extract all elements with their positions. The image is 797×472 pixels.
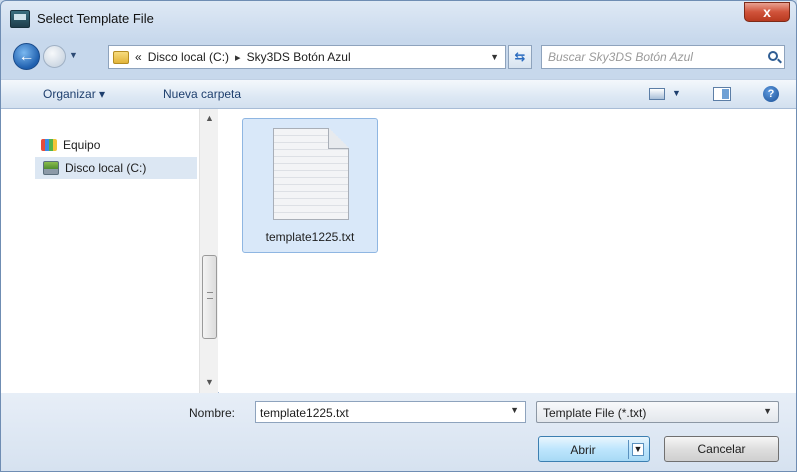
chevron-down-icon: ▼ <box>672 88 681 98</box>
forward-button[interactable] <box>43 45 66 68</box>
file-name: template1225.txt <box>265 230 355 244</box>
breadcrumb-history[interactable]: « <box>135 50 142 64</box>
computer-icon <box>41 139 57 151</box>
refresh-button[interactable]: ⇆ <box>508 45 532 69</box>
drive-icon <box>43 161 59 175</box>
chevron-down-icon: ▼ <box>69 50 78 60</box>
open-button-label: Abrir <box>570 443 596 457</box>
refresh-icon: ⇆ <box>514 49 526 64</box>
view-options-icon[interactable] <box>649 88 665 100</box>
help-icon[interactable]: ? <box>763 86 779 102</box>
chevron-down-icon: ▼ <box>490 52 499 62</box>
close-button[interactable]: x <box>744 2 790 22</box>
file-name-label: Nombre: <box>189 406 236 420</box>
view-options-dropdown[interactable]: ▼ <box>672 88 681 98</box>
nav-item-disco-local[interactable]: Disco local (C:) <box>35 157 197 179</box>
organize-button[interactable]: Organizar ▾ <box>43 87 105 101</box>
breadcrumb-item-sky3ds[interactable]: Sky3DS Botón Azul <box>247 50 351 64</box>
scroll-down-arrow-icon[interactable]: ▼ <box>205 377 214 387</box>
file-name-combobox[interactable]: ▼ <box>255 401 526 423</box>
cancel-button[interactable]: Cancelar <box>664 436 779 462</box>
grip-icon <box>207 292 213 299</box>
scroll-up-arrow-icon[interactable]: ▲ <box>205 113 214 123</box>
breadcrumb[interactable]: « Disco local (C:) ▸ Sky3DS Botón Azul ▼ <box>108 45 506 69</box>
breadcrumb-separator[interactable]: ▸ <box>235 51 241 64</box>
file-item[interactable]: template1225.txt <box>242 118 378 253</box>
app-icon <box>10 10 30 28</box>
chevron-down-icon[interactable]: ▼ <box>510 405 519 415</box>
nav-scrollbar[interactable]: ▲ ▼ <box>199 109 218 393</box>
open-options-dropdown[interactable]: ▼ <box>632 443 644 456</box>
nav-item-label: Equipo <box>63 138 101 152</box>
address-row: ← ▼ « Disco local (C:) ▸ Sky3DS Botón Az… <box>1 41 796 73</box>
address-dropdown[interactable]: ▼ <box>490 52 499 62</box>
search-input[interactable] <box>548 49 753 65</box>
breadcrumb-item-disco-local[interactable]: Disco local (C:) <box>148 50 229 64</box>
chevron-down-icon: ▼ <box>763 406 772 416</box>
nav-item-equipo[interactable]: Equipo <box>41 138 100 152</box>
content-area: Equipo Disco local (C:) ▲ ▼ template1225… <box>1 109 796 393</box>
title-bar: Select Template File x <box>1 1 796 37</box>
new-folder-button[interactable]: Nueva carpeta <box>163 87 241 101</box>
back-button[interactable]: ← <box>13 43 40 70</box>
search-box[interactable] <box>541 45 785 69</box>
navigation-pane: Equipo Disco local (C:) <box>1 109 199 393</box>
search-icon[interactable] <box>768 51 778 61</box>
folder-icon <box>113 50 129 64</box>
recent-locations-dropdown[interactable]: ▼ <box>69 50 78 60</box>
arrow-left-icon: ← <box>18 48 35 65</box>
preview-pane-icon[interactable] <box>713 87 731 101</box>
file-type-value: Template File (*.txt) <box>543 406 647 420</box>
file-type-select[interactable]: Template File (*.txt) ▼ <box>536 401 779 423</box>
scrollbar-thumb[interactable] <box>202 255 217 339</box>
open-button[interactable]: Abrir ▼ <box>538 436 650 462</box>
text-file-icon <box>273 128 349 220</box>
window-title: Select Template File <box>37 11 154 26</box>
file-name-input[interactable] <box>260 405 500 421</box>
dialog-footer: Nombre: ▼ Template File (*.txt) ▼ Abrir … <box>1 393 796 471</box>
file-dialog-window: Select Template File x ← ▼ « Disco local… <box>0 0 797 472</box>
nav-item-label: Disco local (C:) <box>65 161 147 175</box>
command-bar: Organizar ▾ Nueva carpeta ▼ ? <box>1 79 796 109</box>
split-divider <box>628 440 629 459</box>
file-list: template1225.txt <box>219 109 796 393</box>
